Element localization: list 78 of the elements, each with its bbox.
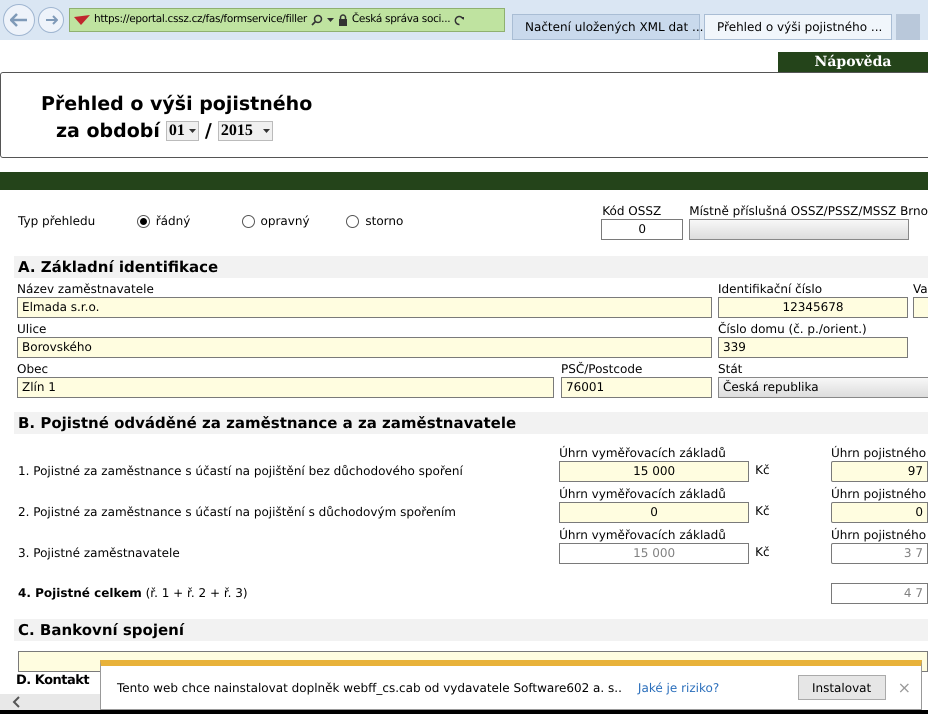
row-label: 1. Pojistné za zaměstnance s účastí na pojištění bez důchodového spoření — [18, 464, 464, 479]
currency-label: Kč — [755, 544, 771, 561]
field-label: Ulice — [17, 322, 48, 337]
input-field[interactable] — [913, 297, 928, 318]
section-heading: B. Pojistné odváděné za zaměstnance a za zaměstnavatele — [14, 412, 928, 434]
back-arrow-icon — [10, 13, 28, 27]
field-label: Úhrn vyměřovacích základů — [559, 446, 727, 461]
currency-label: Kč — [755, 503, 771, 520]
field-label: Úhrn pojistného — [831, 487, 928, 502]
input-field[interactable]: 0 — [601, 219, 684, 240]
field-label: Úhrn pojistného — [831, 528, 928, 543]
notification-message: Tento web chce nainstalovat doplněk webff_cs.cab od vydavatele Software602 a. s.. — [117, 680, 622, 696]
radio-option[interactable]: storno — [346, 212, 444, 230]
input-field[interactable]: 15 000 — [559, 543, 750, 564]
period-separator: / — [204, 119, 212, 144]
url-text: https://eportal.cssz.cz/fas/formservice/filler — [94, 12, 307, 28]
input-field[interactable]: Elmada s.r.o. — [17, 297, 712, 318]
help-tab[interactable]: Nápověda — [778, 52, 928, 72]
radio-button[interactable] — [242, 214, 255, 228]
site-name: Česká správa soci... — [352, 12, 450, 28]
refresh-icon — [454, 14, 466, 26]
scroll-left-icon[interactable] — [12, 696, 20, 708]
year-select[interactable]: 2015 — [218, 121, 273, 142]
field-label: Úhrn pojistného — [831, 446, 928, 461]
input-field[interactable]: 12345678 — [718, 297, 908, 318]
office-select[interactable] — [689, 219, 910, 240]
row-label: 2. Pojistné za zaměstnance s účastí na pojištění s důchodovým spořením — [18, 505, 457, 520]
input-field[interactable]: 0 — [559, 502, 750, 523]
site-icon — [74, 15, 90, 25]
country-select[interactable]: Česká republika — [718, 377, 928, 398]
field-label: Stát — [718, 362, 744, 377]
input-field[interactable]: Zlín 1 — [17, 377, 554, 398]
input-field[interactable]: 0 — [831, 502, 928, 523]
row-label: 4. Pojistné celkem (ř. 1 + ř. 2 + ř. 3) — [18, 586, 249, 601]
field-label: PSČ/Postcode — [561, 362, 644, 377]
report-type-label: Typ přehledu — [18, 213, 96, 230]
row-label: 3. Pojistné zaměstnavatele — [18, 546, 181, 561]
field-label: Identifikační číslo — [718, 282, 824, 297]
period-label: za období — [56, 120, 160, 142]
risk-link[interactable]: Jaké je riziko? — [638, 678, 720, 696]
forward-button[interactable] — [38, 7, 64, 33]
dropdown-caret-icon — [326, 18, 334, 22]
currency-label: Kč — [755, 462, 771, 479]
dropdown-caret-icon — [262, 129, 270, 134]
browser-tab[interactable]: Načtení uložených XML dat ... — [512, 14, 700, 40]
input-field[interactable]: 3 7 — [831, 543, 928, 564]
radio-option[interactable]: opravný — [242, 212, 338, 230]
field-label: Va — [913, 282, 928, 297]
input-field[interactable]: 97 — [831, 461, 928, 482]
field-label: Obec — [17, 362, 50, 377]
search-icon — [310, 14, 323, 26]
field-label: Název zaměstnavatele — [17, 282, 155, 297]
radio-button[interactable] — [136, 214, 150, 228]
month-select[interactable]: 01 — [166, 121, 199, 142]
install-button[interactable]: Instalovat — [798, 675, 886, 700]
input-field[interactable]: 4 7 — [831, 583, 928, 604]
section-heading: A. Základní identifikace — [14, 256, 928, 278]
input-field[interactable]: Borovského — [17, 337, 712, 358]
radio-button[interactable] — [346, 214, 360, 228]
browser-tab[interactable]: Přehled o výši pojistného ... — [704, 14, 892, 40]
address-bar[interactable]: https://eportal.cssz.cz/fas/formservice/filler Česká správa soci... — [69, 8, 505, 32]
input-field[interactable]: 339 — [718, 337, 908, 358]
tab-title: Přehled o výši pojistného ... — [717, 19, 882, 36]
section-heading: C. Bankovní spojení — [14, 619, 928, 641]
lock-icon — [338, 14, 348, 26]
field-label: Číslo domu (č. p./orient.) — [718, 322, 868, 337]
form-title: Přehled o výši pojistného — [41, 93, 312, 115]
radio-option[interactable]: řádný — [136, 212, 234, 230]
forward-arrow-icon — [44, 15, 58, 25]
input-field[interactable]: 76001 — [561, 377, 712, 398]
section-heading: D. Kontakt — [16, 673, 90, 689]
back-button[interactable] — [3, 4, 35, 36]
field-label: Úhrn vyměřovacích základů — [559, 487, 727, 502]
field-label: Úhrn vyměřovacích základů — [559, 528, 727, 543]
input-field[interactable]: 15 000 — [559, 461, 750, 482]
field-label: Kód OSSZ — [601, 204, 662, 219]
field-label: Místně příslušná OSSZ/PSSZ/MSSZ Brno — [689, 204, 928, 219]
dropdown-caret-icon — [188, 129, 196, 134]
